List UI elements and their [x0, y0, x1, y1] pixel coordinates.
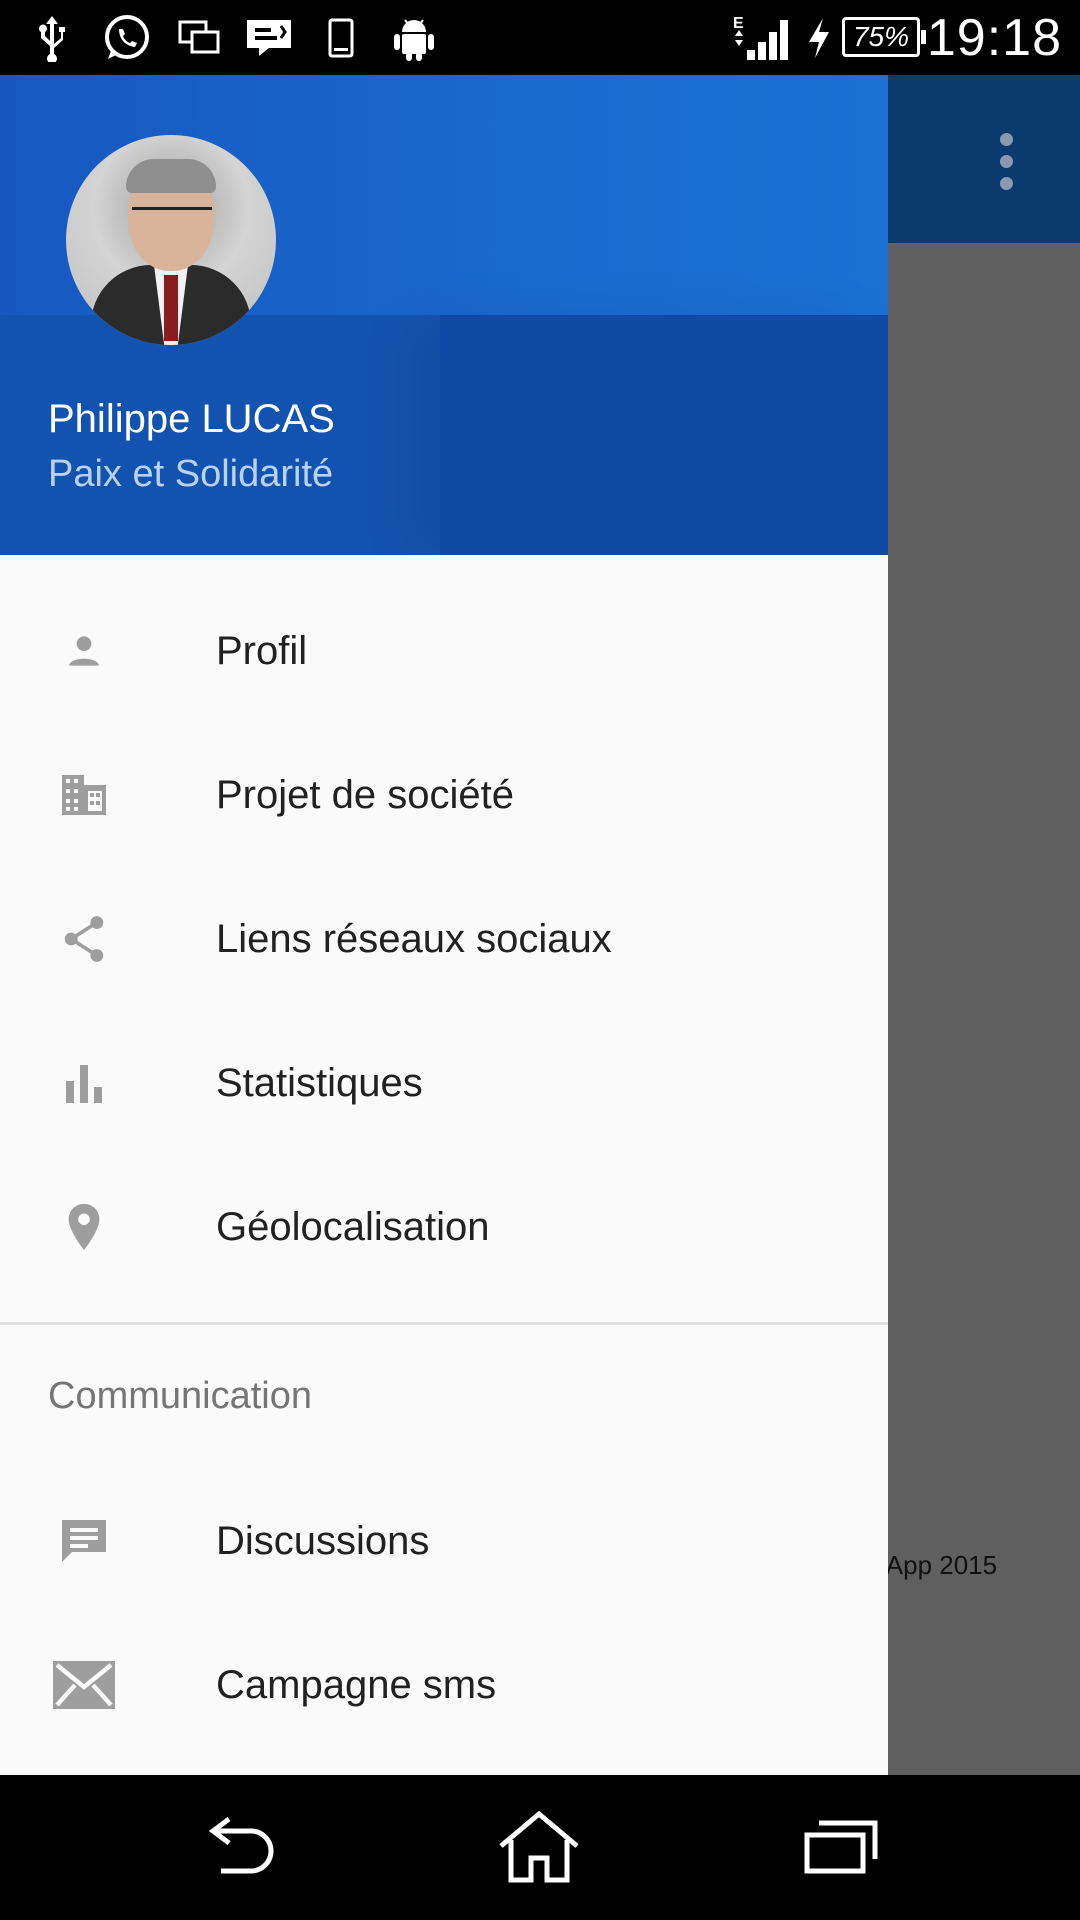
clock: 19:18	[926, 9, 1062, 67]
whatsapp-icon	[98, 14, 154, 62]
back-button[interactable]	[196, 1807, 286, 1887]
building-icon	[48, 759, 120, 831]
battery-indicator: 75%	[842, 17, 926, 57]
menu-item-label: Géolocalisation	[216, 1204, 490, 1249]
menu-item-label: Profil	[216, 628, 308, 673]
overflow-menu-icon[interactable]	[1000, 133, 1014, 190]
footer-copyright: jApp 2015	[880, 1550, 998, 1580]
charging-icon	[804, 14, 834, 62]
recent-apps-button[interactable]	[796, 1807, 886, 1887]
location-pin-icon	[48, 1191, 120, 1263]
menu-item-projet-de-societe[interactable]: Projet de société	[0, 723, 888, 867]
system-navigation-bar	[0, 1775, 1080, 1920]
menu-item-liens-reseaux-sociaux[interactable]: Liens réseaux sociaux	[0, 867, 888, 1011]
divider	[0, 1322, 888, 1325]
android-icon	[390, 14, 438, 62]
avatar[interactable]	[66, 135, 276, 345]
menu-item-label: Discussions	[216, 1518, 430, 1563]
person-icon	[48, 615, 120, 687]
menu-item-label: Projet de société	[216, 772, 514, 817]
menu-item-statistiques[interactable]: Statistiques	[0, 1011, 888, 1155]
mail-icon	[48, 1649, 120, 1721]
menu-item-geolocalisation[interactable]: Géolocalisation	[0, 1155, 888, 1299]
share-icon	[48, 903, 120, 975]
drawer-header: Philippe LUCAS Paix et Solidarité	[0, 75, 888, 555]
user-party: Paix et Solidarité	[48, 453, 334, 495]
home-button[interactable]	[494, 1807, 584, 1887]
screen-mirror-icon	[176, 14, 222, 62]
chat-icon	[48, 1505, 120, 1577]
menu-item-profil[interactable]: Profil	[0, 579, 888, 723]
menu-item-label: Liens réseaux sociaux	[216, 916, 612, 961]
phone-outline-icon	[326, 14, 356, 62]
navigation-drawer: Philippe LUCAS Paix et Solidarité Profil…	[0, 75, 888, 1775]
usb-icon	[30, 14, 74, 62]
menu-item-discussions[interactable]: Discussions	[0, 1469, 888, 1613]
menu-item-campagne-sms[interactable]: Campagne sms	[0, 1613, 888, 1757]
svg-text:E: E	[733, 15, 744, 32]
signal-icon: E	[730, 14, 794, 62]
user-name: Philippe LUCAS	[48, 397, 335, 441]
section-title-communication: Communication	[48, 1375, 312, 1417]
bar-chart-icon	[48, 1047, 120, 1119]
status-bar: E 75% 19:18	[0, 0, 1080, 75]
menu-item-label: Campagne sms	[216, 1662, 497, 1707]
message-icon	[244, 14, 294, 62]
menu-item-label: Statistiques	[216, 1060, 423, 1105]
